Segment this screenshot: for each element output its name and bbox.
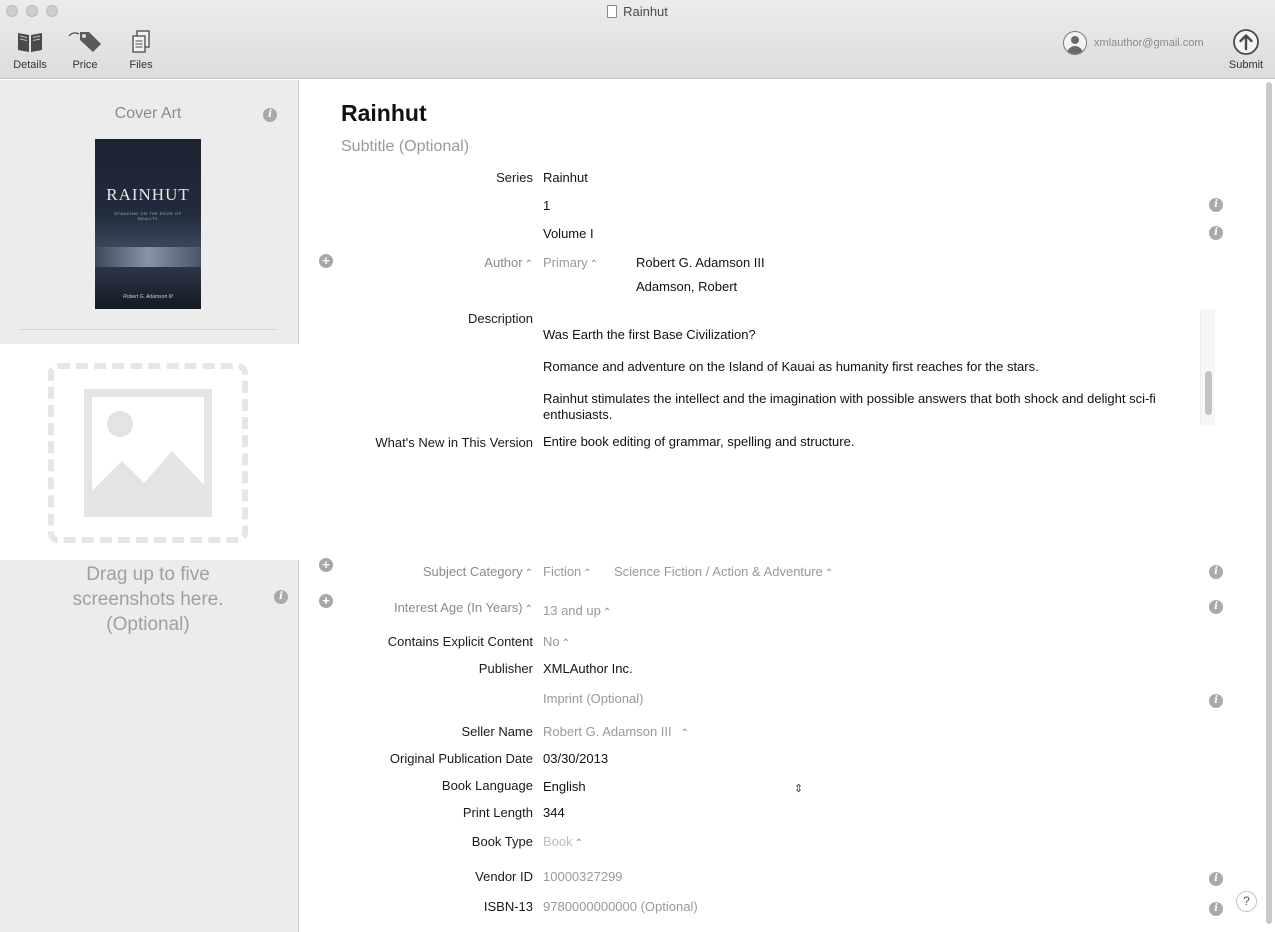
add-author-button[interactable]: + — [319, 254, 333, 268]
help-button[interactable]: ? — [1236, 891, 1257, 912]
upload-arrow-icon — [1233, 29, 1259, 55]
screenshots-info-icon[interactable]: i — [274, 590, 288, 604]
cover-author: Robert G. Adamson III — [123, 294, 173, 300]
chevron-updown-icon: ⌃ — [574, 838, 584, 849]
publisher-field[interactable]: XMLAuthor Inc. — [543, 661, 633, 676]
pub-date-label: Original Publication Date — [389, 751, 533, 766]
description-scrollbar[interactable] — [1200, 309, 1215, 425]
isbn-info-icon[interactable]: i — [1209, 902, 1223, 916]
language-select[interactable]: English — [543, 779, 586, 794]
chevron-updown-icon: ⌃ — [524, 604, 533, 615]
details-form: Rainhut Subtitle (Optional) Series Rainh… — [300, 80, 1275, 932]
explicit-content-label: Contains Explicit Content — [387, 634, 533, 649]
document-icon — [607, 5, 618, 18]
language-label: Book Language — [441, 778, 533, 793]
author-role-select[interactable]: Author ⌃ — [484, 255, 533, 270]
series-number-info-icon[interactable]: i — [1209, 198, 1223, 212]
description-textarea[interactable]: Was Earth the first Base Civilization? R… — [543, 309, 1213, 425]
chevron-updown-icon: ⌃ — [524, 568, 533, 579]
explicit-content-select[interactable]: No ⌃ — [543, 634, 570, 649]
cover-water-band — [95, 247, 201, 267]
pub-date-field[interactable]: 03/30/2013 — [543, 751, 608, 766]
imprint-info-icon[interactable]: i — [1209, 694, 1223, 708]
publisher-label: Publisher — [478, 661, 533, 676]
series-volume-field[interactable]: Volume I — [543, 226, 594, 241]
book-icon — [18, 33, 42, 52]
details-button[interactable]: Details — [8, 28, 52, 71]
author-sort-name-field[interactable]: Adamson, Robert — [636, 279, 737, 294]
chevron-updown-icon: ⌃ — [524, 259, 533, 270]
account-menu[interactable]: xmlauthor@gmail.com — [1063, 31, 1204, 55]
image-placeholder-icon — [84, 389, 212, 517]
interest-age-info-icon[interactable]: i — [1209, 600, 1223, 614]
vendor-id-label: Vendor ID — [475, 869, 533, 884]
chevron-updown-icon: ⌃ — [680, 728, 690, 739]
submit-button[interactable]: Submit — [1224, 28, 1268, 71]
subtitle-field[interactable]: Subtitle (Optional) — [341, 138, 469, 156]
seller-name-select[interactable]: Robert G. Adamson III ⌃ — [543, 724, 689, 739]
cover-subtitle: STANDING ON THE EDGE OF REALITY — [114, 211, 182, 221]
avatar — [1063, 31, 1087, 55]
add-category-button[interactable]: + — [319, 558, 333, 572]
imprint-field[interactable]: Imprint (Optional) — [543, 691, 643, 706]
series-volume-info-icon[interactable]: i — [1209, 226, 1223, 240]
files-icon — [132, 30, 150, 53]
price-tag-icon — [68, 32, 101, 52]
whats-new-field[interactable]: Entire book editing of grammar, spelling… — [543, 434, 854, 449]
category-select[interactable]: Fiction ⌃ — [543, 564, 592, 579]
book-type-label: Book Type — [471, 834, 533, 849]
book-title-field[interactable]: Rainhut — [341, 100, 427, 127]
price-button[interactable]: Price — [63, 28, 107, 71]
description-paragraph: Rainhut stimulates the intellect and the… — [543, 391, 1156, 422]
screenshots-hint: Drag up to five screenshots here. (Optio… — [72, 564, 224, 635]
interest-age-select[interactable]: 13 and up ⌃ — [543, 603, 611, 618]
author-primary-select[interactable]: Primary ⌃ — [543, 255, 598, 270]
cover-art-label: Cover Art — [114, 105, 182, 122]
interest-age-label: Interest Age (In Years) ⌃ — [393, 600, 533, 615]
subject-category-label: Subject Category ⌃ — [422, 564, 533, 579]
window-title: Rainhut — [0, 4, 1275, 19]
account-email: xmlauthor@gmail.com — [1094, 37, 1204, 49]
chevron-updown-icon: ⌃ — [589, 259, 599, 270]
files-button[interactable]: Files — [119, 28, 163, 71]
vendor-id-info-icon[interactable]: i — [1209, 872, 1223, 886]
cover-art-image[interactable]: RAINHUT STANDING ON THE EDGE OF REALITY … — [95, 139, 201, 309]
add-interest-age-button[interactable]: + — [319, 594, 333, 608]
sidebar-divider — [20, 329, 278, 330]
cover-title: RAINHUT — [106, 185, 190, 204]
subcategory-select[interactable]: Science Fiction / Action & Adventure ⌃ — [614, 564, 833, 579]
description-label: Description — [467, 311, 533, 326]
chevron-updown-icon: ⌃ — [561, 638, 571, 649]
language-chevron-icon[interactable]: ⇕ — [794, 782, 803, 795]
series-number-field[interactable]: 1 — [543, 198, 550, 213]
vendor-id-field[interactable]: 10000327299 — [543, 869, 623, 884]
book-type-select[interactable]: Book ⌃ — [543, 834, 583, 849]
chevron-updown-icon: ⌃ — [583, 568, 592, 579]
author-name-field[interactable]: Robert G. Adamson III — [636, 255, 765, 270]
window-scrollbar[interactable] — [1265, 82, 1273, 924]
whats-new-label: What's New in This Version — [375, 435, 533, 450]
description-paragraph: Romance and adventure on the Island of K… — [543, 359, 1039, 374]
window-toolbar: Rainhut Details Price Files xmlauthor@gm… — [0, 0, 1275, 79]
seller-name-label: Seller Name — [461, 724, 533, 739]
isbn-label: ISBN-13 — [483, 899, 533, 914]
series-label: Series — [496, 170, 533, 185]
chevron-updown-icon: ⌃ — [824, 568, 834, 579]
category-info-icon[interactable]: i — [1209, 565, 1223, 579]
chevron-updown-icon: ⌃ — [602, 607, 612, 618]
series-name-field[interactable]: Rainhut — [543, 170, 588, 185]
mountain-shape — [92, 451, 204, 509]
cover-art-info-icon[interactable]: i — [263, 108, 277, 122]
print-length-field[interactable]: 344 — [543, 805, 565, 820]
description-paragraph: Was Earth the first Base Civilization? — [543, 327, 756, 342]
screenshot-drop-zone[interactable] — [0, 344, 299, 560]
isbn-field[interactable]: 9780000000000 (Optional) — [543, 899, 698, 914]
print-length-label: Print Length — [462, 805, 533, 820]
sidebar: Cover Art i RAINHUT STANDING ON THE EDGE… — [0, 80, 299, 932]
